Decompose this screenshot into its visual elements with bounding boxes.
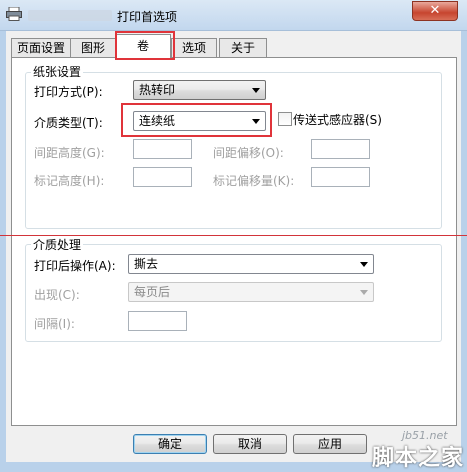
highlight-box-tab	[115, 31, 175, 60]
post-print-action-select[interactable]: 撕去	[128, 254, 374, 274]
gap-offset-label: 间距偏移(O):	[213, 146, 284, 160]
gap-height-input[interactable]	[133, 139, 192, 159]
media-type-label: 介质类型(T):	[34, 116, 103, 130]
cancel-button[interactable]: 取消	[213, 434, 287, 454]
apply-button[interactable]: 应用	[293, 434, 367, 454]
highlight-box-media-type	[121, 103, 272, 137]
window-title: 打印首选项	[117, 10, 178, 24]
watermark-text: 脚本之家	[372, 446, 465, 471]
chevron-down-icon	[360, 290, 368, 295]
group-title-paper-settings: 纸张设置	[31, 63, 84, 80]
tab-label: 图形	[80, 41, 105, 55]
ok-button[interactable]: 确定	[133, 434, 207, 454]
occurrence-label: 出现(C):	[34, 288, 80, 302]
mark-height-input[interactable]	[133, 167, 192, 187]
chevron-down-icon	[360, 262, 368, 267]
tab-page-setup[interactable]: 页面设置	[11, 38, 71, 58]
print-method-select[interactable]: 热转印	[133, 80, 266, 100]
mark-offset-input[interactable]	[311, 167, 370, 187]
post-print-action-label: 打印后操作(A):	[34, 259, 116, 273]
tab-options[interactable]: 选项	[171, 38, 217, 58]
apply-button-label: 应用	[317, 437, 342, 451]
post-print-action-value: 撕去	[134, 257, 159, 271]
mark-height-label: 标记高度(H):	[34, 174, 105, 188]
title-bar: 打印首选项 ✕	[0, 0, 467, 31]
gap-height-label: 间距高度(G):	[34, 146, 105, 160]
tab-about[interactable]: 关于	[219, 38, 267, 58]
tab-label: 关于	[230, 41, 255, 55]
close-button[interactable]: ✕	[412, 1, 458, 21]
transmissive-sensor-label: 传送式感应器(S)	[293, 113, 382, 127]
tab-label: 选项	[181, 41, 206, 55]
gap-offset-input[interactable]	[311, 139, 370, 159]
mark-offset-label: 标记偏移量(K):	[213, 174, 295, 188]
tab-graphics[interactable]: 图形	[70, 38, 116, 58]
close-icon: ✕	[429, 3, 441, 18]
blurred-printer-name	[28, 10, 112, 21]
ok-button-label: 确定	[157, 437, 182, 451]
transmissive-sensor-checkbox[interactable]	[278, 112, 292, 126]
occurrence-select[interactable]: 每页后	[128, 282, 374, 302]
chevron-down-icon	[252, 88, 260, 93]
print-method-value: 热转印	[139, 83, 176, 97]
cancel-button-label: 取消	[237, 437, 262, 451]
tab-label: 页面设置	[16, 41, 65, 55]
printer-icon	[6, 7, 22, 21]
interval-input[interactable]	[128, 311, 187, 331]
group-title-media-handling: 介质处理	[31, 236, 84, 253]
occurrence-value: 每页后	[134, 285, 171, 299]
print-method-label: 打印方式(P):	[34, 85, 103, 99]
interval-label: 间隔(I):	[34, 317, 75, 331]
